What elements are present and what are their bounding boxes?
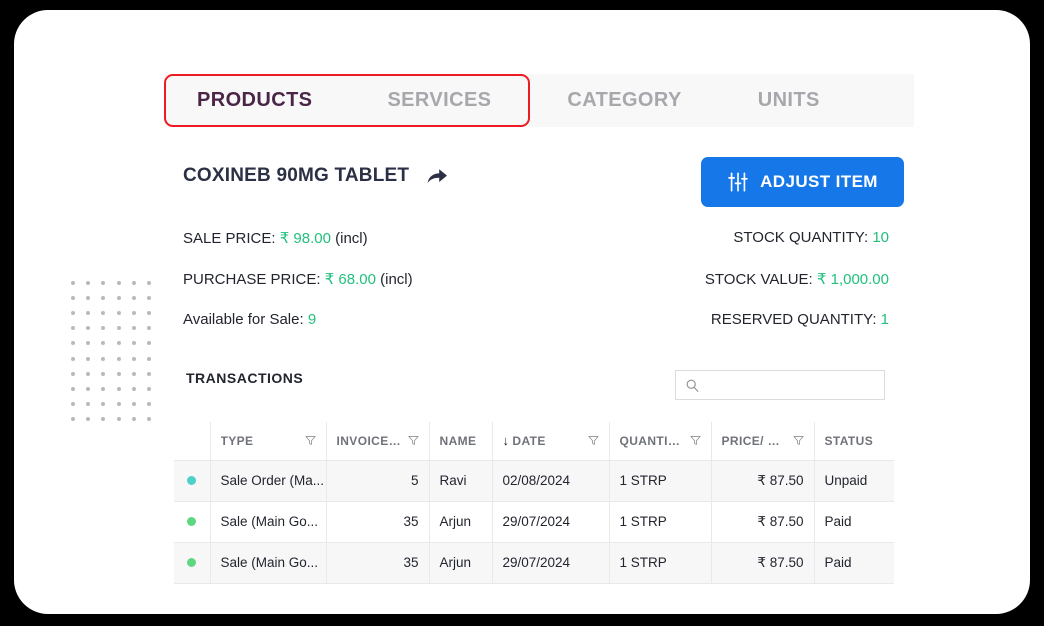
row-status-indicator (174, 542, 211, 584)
tab-services[interactable]: SERVICES (387, 89, 491, 112)
stat-label: SALE PRICE: (183, 230, 276, 247)
cell-date: 29/07/2024 (492, 542, 610, 584)
column-label: STATUS (824, 433, 874, 448)
stat-value: 1 (880, 311, 889, 328)
table-row[interactable]: Sale (Main Go... 35 Arjun 29/07/2024 1 S… (174, 501, 894, 543)
filter-funnel-icon[interactable] (588, 435, 599, 446)
table-row[interactable]: Sale Order (Ma... 5 Ravi 02/08/2024 1 ST… (174, 460, 894, 502)
row-status-indicator (174, 460, 211, 502)
cell-date: 02/08/2024 (492, 460, 610, 502)
share-arrow-icon[interactable] (409, 164, 449, 188)
cell-status: Paid (814, 542, 894, 584)
tab-category[interactable]: CATEGORY (567, 89, 681, 112)
stat-stock-quantity: STOCK QUANTITY: 10 (514, 229, 889, 246)
cell-name: Ravi (429, 460, 493, 502)
tab-bar: PRODUCTS SERVICES CATEGORY UNITS (164, 74, 914, 127)
cell-invoice: 5 (326, 460, 430, 502)
cell-invoice: 35 (326, 542, 430, 584)
tab-products[interactable]: PRODUCTS (197, 89, 312, 112)
screenshot-root: PRODUCTS SERVICES CATEGORY UNITS COXINEB… (0, 0, 1044, 626)
page-title: COXINEB 90MG TABLET (183, 165, 410, 186)
column-label: INVOICE/R... (336, 433, 402, 448)
column-header-invoice[interactable]: INVOICE/R... (326, 422, 430, 461)
sliders-adjust-icon (727, 171, 749, 193)
sort-descending-icon[interactable]: ↓ (503, 433, 510, 448)
stat-label: PURCHASE PRICE: (183, 271, 321, 288)
app-card: PRODUCTS SERVICES CATEGORY UNITS COXINEB… (14, 10, 1030, 614)
cell-type: Sale Order (Ma... (210, 460, 327, 502)
table-header-row: TYPE INVOICE/R... (174, 422, 894, 461)
filter-funnel-icon[interactable] (408, 435, 419, 446)
stat-label: STOCK QUANTITY: (733, 229, 869, 246)
search-input[interactable] (707, 370, 884, 400)
stat-label: STOCK VALUE: (704, 271, 813, 288)
decorative-dot-grid (65, 275, 157, 427)
stat-label: RESERVED QUANTITY: (710, 311, 877, 328)
transactions-table: TYPE INVOICE/R... (174, 422, 894, 584)
filter-funnel-icon[interactable] (793, 435, 804, 446)
column-label: PRICE/ UNIT (721, 433, 787, 448)
cell-quantity: 1 STRP (609, 501, 712, 543)
transactions-heading: TRANSACTIONS (186, 370, 304, 386)
search-icon (676, 378, 700, 393)
cell-status: Unpaid (814, 460, 894, 502)
product-title-row: COXINEB 90MG TABLET (183, 164, 449, 188)
status-dot (187, 517, 197, 526)
cell-quantity: 1 STRP (609, 542, 712, 584)
transactions-table-container[interactable]: TYPE INVOICE/R... (174, 422, 894, 584)
cell-quantity: 1 STRP (609, 460, 712, 502)
cell-price: ₹ 87.50 (711, 460, 815, 502)
adjust-item-button[interactable]: ADJUST ITEM (701, 157, 904, 207)
stat-value: 10 (872, 229, 889, 246)
column-header-name[interactable]: NAME (429, 422, 493, 461)
column-label: QUANTITY (619, 433, 684, 448)
status-dot (187, 558, 197, 567)
filter-funnel-icon[interactable] (305, 435, 316, 446)
column-header-quantity[interactable]: QUANTITY (609, 422, 712, 461)
stat-value: ₹ 1,000.00 (816, 271, 889, 288)
cell-name: Arjun (429, 542, 493, 584)
stat-suffix: (incl) (335, 230, 368, 247)
cell-price: ₹ 87.50 (711, 542, 815, 584)
column-label: DATE (512, 433, 546, 448)
row-status-indicator (174, 501, 211, 543)
column-header-indicator (174, 422, 211, 461)
stat-label: Available for Sale: (183, 311, 304, 328)
stat-sale-price: SALE PRICE: ₹ 98.00 (incl) (183, 229, 368, 247)
cell-name: Arjun (429, 501, 493, 543)
transactions-search-box[interactable] (675, 370, 885, 400)
stat-available-for-sale: Available for Sale: 9 (183, 311, 316, 328)
column-header-date[interactable]: ↓ DATE (492, 422, 610, 461)
stat-suffix: (incl) (380, 271, 413, 288)
column-header-status[interactable]: STATUS (814, 422, 894, 461)
tab-units[interactable]: UNITS (758, 89, 820, 112)
status-dot (187, 476, 197, 485)
column-label: TYPE (220, 433, 254, 448)
column-label: NAME (439, 433, 477, 448)
cell-status: Paid (814, 501, 894, 543)
adjust-item-label: ADJUST ITEM (760, 172, 878, 191)
column-header-type[interactable]: TYPE (210, 422, 327, 461)
cell-price: ₹ 87.50 (711, 501, 815, 543)
filter-funnel-icon[interactable] (690, 435, 701, 446)
cell-type: Sale (Main Go... (210, 542, 327, 584)
cell-type: Sale (Main Go... (210, 501, 327, 543)
stat-value: ₹ 68.00 (324, 271, 376, 288)
column-header-price[interactable]: PRICE/ UNIT (711, 422, 815, 461)
table-row[interactable]: Sale (Main Go... 35 Arjun 29/07/2024 1 S… (174, 542, 894, 584)
cell-invoice: 35 (326, 501, 430, 543)
stat-purchase-price: PURCHASE PRICE: ₹ 68.00 (incl) (183, 270, 413, 288)
stat-stock-value: STOCK VALUE: ₹ 1,000.00 (514, 270, 889, 288)
stat-value: ₹ 98.00 (279, 230, 331, 247)
cell-date: 29/07/2024 (492, 501, 610, 543)
stat-value: 9 (307, 311, 317, 328)
stat-reserved-quantity: RESERVED QUANTITY: 1 (514, 311, 889, 328)
